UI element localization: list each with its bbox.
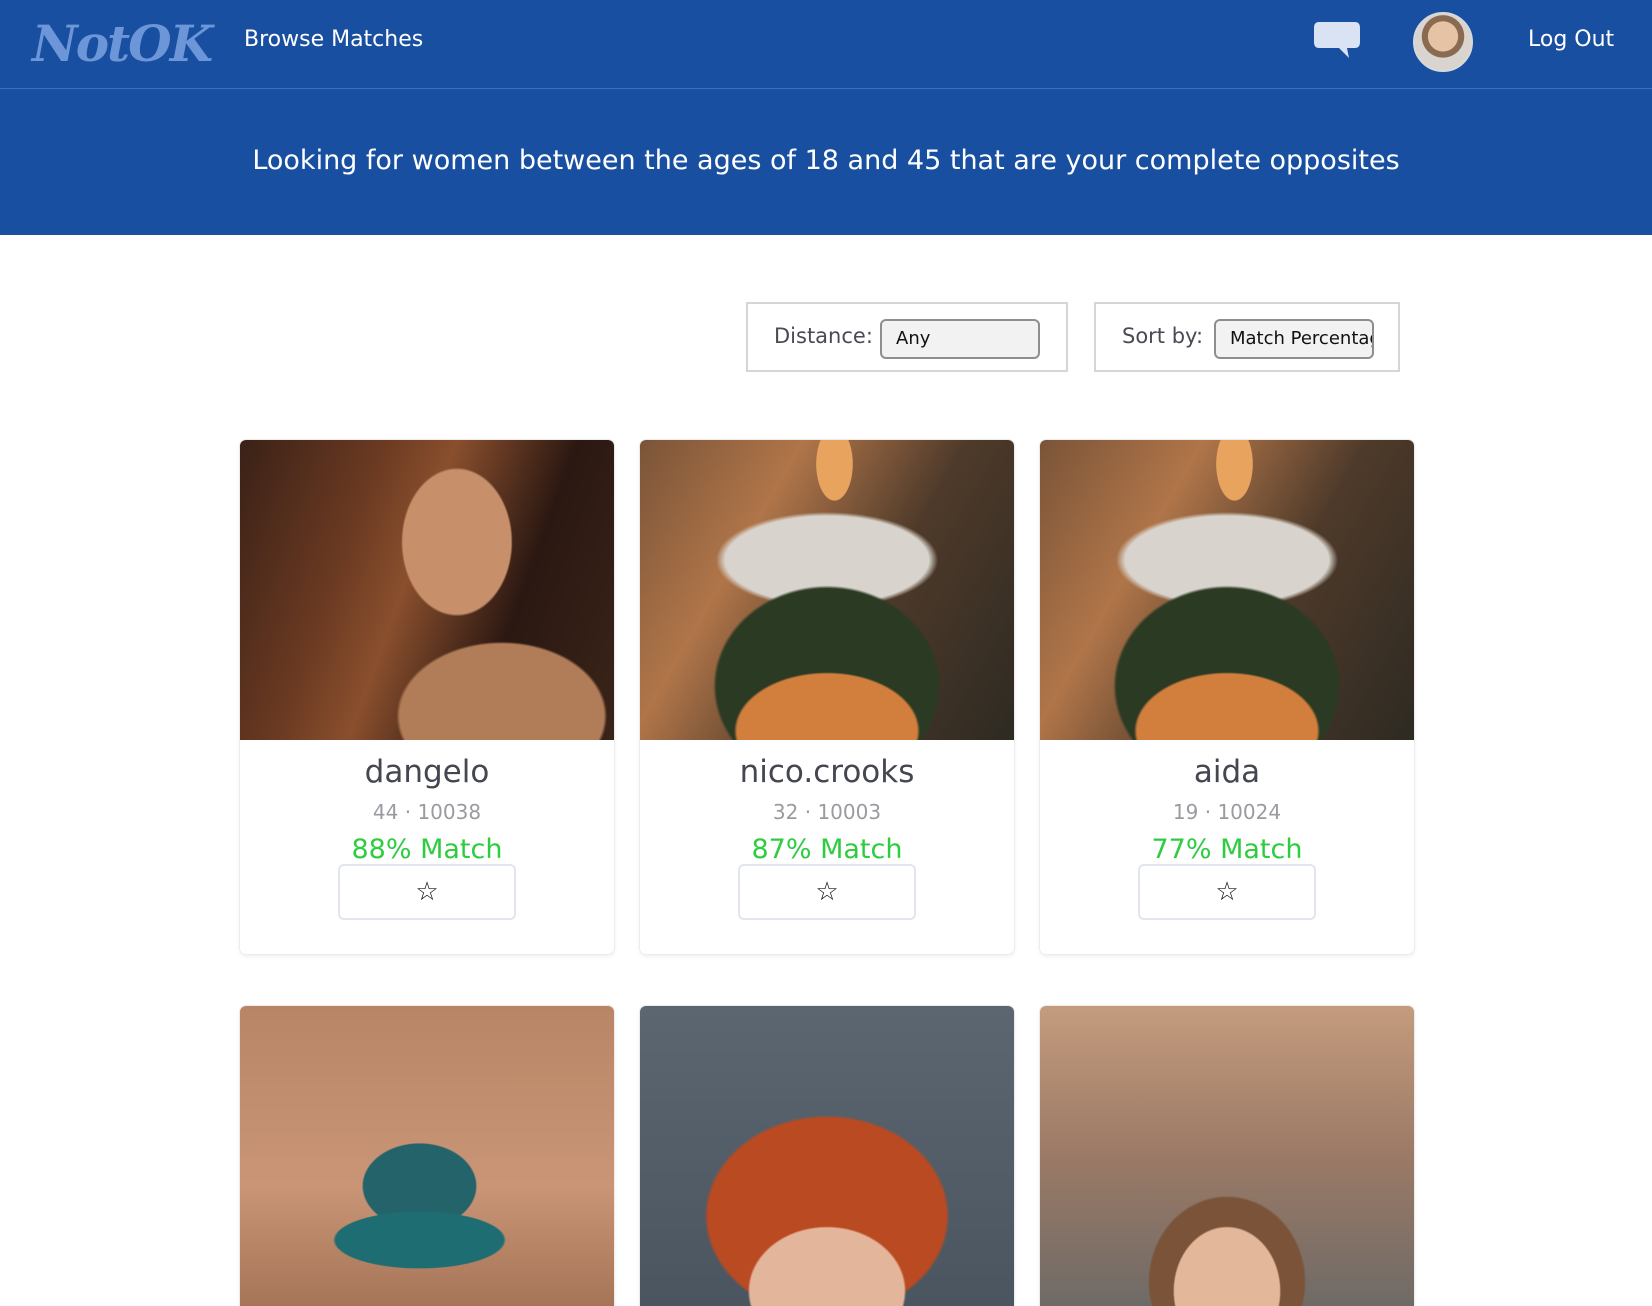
distance-select[interactable]: Any	[880, 319, 1040, 359]
profile-photo[interactable]	[1040, 1006, 1414, 1306]
sort-select[interactable]: Match Percentage	[1214, 319, 1374, 359]
logo[interactable]: NotOK	[32, 14, 213, 74]
profile-photo[interactable]	[640, 1006, 1014, 1306]
distance-label: Distance:	[774, 324, 873, 348]
match-percentage: 87% Match	[751, 834, 903, 865]
match-age-zip: 32 · 10003	[772, 800, 882, 824]
top-navbar: NotOK Browse Matches Log Out	[0, 0, 1652, 89]
match-card[interactable]: nico.crooks 32 · 10003 87% Match ☆	[640, 440, 1014, 954]
match-username[interactable]: dangelo	[240, 752, 614, 792]
distance-filter: Distance: Any	[746, 302, 1068, 372]
browse-matches-link[interactable]: Browse Matches	[244, 24, 423, 56]
profile-photo[interactable]	[640, 440, 1014, 740]
match-card[interactable]: aida 19 · 10024 77% Match ☆	[1040, 440, 1414, 954]
profile-photo[interactable]	[1040, 440, 1414, 740]
logout-link[interactable]: Log Out	[1528, 24, 1614, 56]
favorite-star-button[interactable]: ☆	[338, 864, 516, 920]
favorite-star-button[interactable]: ☆	[738, 864, 916, 920]
sort-filter: Sort by: Match Percentage	[1094, 302, 1400, 372]
speech-bubble-icon[interactable]	[1313, 20, 1361, 60]
profile-photo[interactable]	[240, 440, 614, 740]
match-card[interactable]	[640, 1006, 1014, 1306]
favorite-star-button[interactable]: ☆	[1138, 864, 1316, 920]
match-username[interactable]: aida	[1040, 752, 1414, 792]
search-banner: Looking for women between the ages of 18…	[0, 89, 1652, 235]
match-card[interactable]	[240, 1006, 614, 1306]
user-avatar[interactable]	[1413, 12, 1473, 72]
match-percentage: 77% Match	[1151, 834, 1303, 865]
match-card[interactable]: dangelo 44 · 10038 88% Match ☆	[240, 440, 614, 954]
match-card[interactable]	[1040, 1006, 1414, 1306]
match-age-zip: 19 · 10024	[1172, 800, 1282, 824]
sort-label: Sort by:	[1122, 324, 1204, 348]
match-age-zip: 44 · 10038	[372, 800, 482, 824]
search-description: Looking for women between the ages of 18…	[252, 145, 1400, 176]
match-username[interactable]: nico.crooks	[640, 752, 1014, 792]
match-percentage: 88% Match	[351, 834, 503, 865]
profile-photo[interactable]	[240, 1006, 614, 1306]
